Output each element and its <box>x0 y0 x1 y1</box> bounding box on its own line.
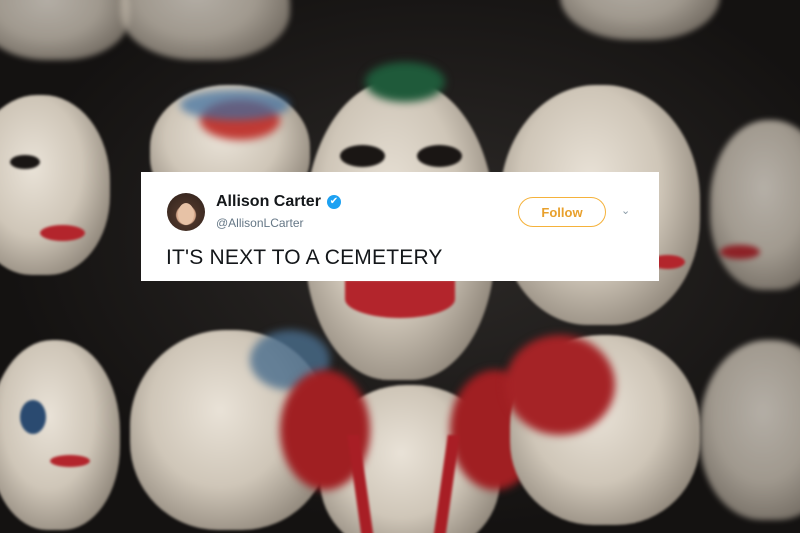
mask-eye <box>417 145 462 167</box>
mask-left-profile <box>0 95 110 275</box>
verified-badge-icon: ✔ <box>326 195 341 209</box>
follow-button[interactable]: Follow <box>518 197 606 227</box>
avatar[interactable] <box>167 193 205 231</box>
mask-lips <box>345 280 455 318</box>
mask-green-hair <box>365 62 445 102</box>
mask-eye <box>340 145 385 167</box>
tweet-text: IT'S NEXT TO A CEMETERY <box>166 246 443 269</box>
mask-eye <box>10 155 40 169</box>
mask-lips <box>40 225 85 241</box>
mask-red-stripe <box>347 435 375 533</box>
mask-red-hair <box>505 335 615 435</box>
mask-paint-blue <box>180 90 290 120</box>
tweet-card: Allison Carter ✔ @AllisonLCarter Follow … <box>141 172 659 281</box>
mask-bottom-center-red-hair <box>280 370 540 533</box>
author-display-name[interactable]: Allison Carter <box>216 193 321 211</box>
mask-top-right <box>560 0 720 40</box>
mask-lips <box>720 245 760 259</box>
mask-bottom-right-red-hair <box>505 335 700 525</box>
mask-bottom-far-right <box>700 340 800 520</box>
tweet-author-row: Allison Carter ✔ <box>216 193 341 211</box>
mask-eye <box>20 400 46 434</box>
mask-top-left <box>0 0 130 60</box>
avatar-face <box>178 203 194 225</box>
mask-top-center <box>120 0 290 60</box>
mask-red-stripe <box>432 435 460 533</box>
chevron-down-icon[interactable]: ⌄ <box>621 205 633 216</box>
mask-lips <box>50 455 90 467</box>
mask-far-right <box>710 120 800 290</box>
author-handle[interactable]: @AllisonLCarter <box>216 216 304 230</box>
mask-bottom-left <box>0 340 120 530</box>
